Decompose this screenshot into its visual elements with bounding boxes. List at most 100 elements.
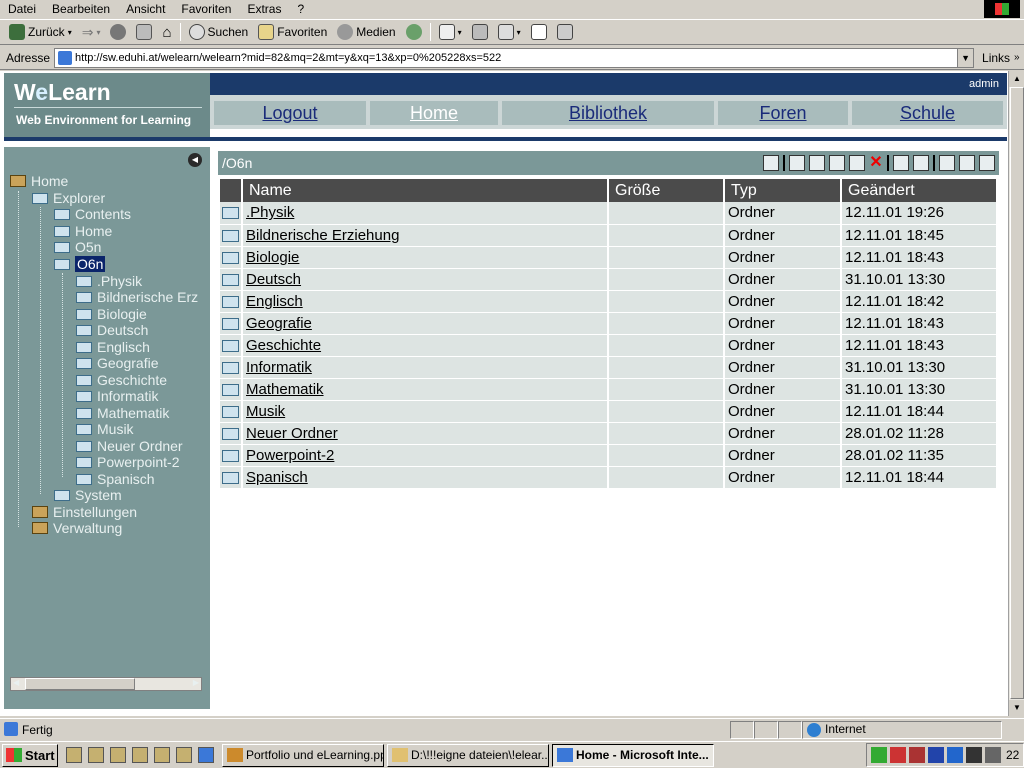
mail-button[interactable]: ▾ <box>434 21 467 43</box>
scroll-thumb[interactable] <box>1010 87 1024 699</box>
messenger-button[interactable] <box>552 21 578 43</box>
address-input[interactable]: http://sw.eduhi.at/welearn/welearn?mid=8… <box>54 47 975 68</box>
table-row[interactable]: Englisch Ordner 12.11.01 18:42 <box>220 290 998 313</box>
tree-node-child[interactable]: Geschichte <box>76 372 167 388</box>
tree-node-child[interactable]: Powerpoint-2 <box>76 454 180 470</box>
delete-icon[interactable]: ✕ <box>869 155 883 171</box>
tree-node-child[interactable]: Spanisch <box>76 471 155 487</box>
task-powerpoint[interactable]: Portfolio und eLearning.ppt <box>222 743 384 767</box>
nav-foren[interactable]: Foren <box>718 101 848 125</box>
quicklaunch-icon[interactable] <box>132 747 148 763</box>
menu-bearbeiten[interactable]: Bearbeiten <box>44 2 118 16</box>
folder-link[interactable]: Englisch <box>246 293 303 310</box>
tree-node-settings[interactable]: Einstellungen <box>32 504 137 520</box>
quicklaunch-icon[interactable] <box>66 747 82 763</box>
scroll-left-icon[interactable]: ◀ <box>13 678 19 687</box>
folder-link[interactable]: Deutsch <box>246 271 301 288</box>
tray-icon[interactable] <box>985 747 1001 763</box>
table-row[interactable]: Bildnerische Erziehung Ordner 12.11.01 18:… <box>220 224 998 247</box>
table-row[interactable]: Mathematik Ordner 31.10.01 13:30 <box>220 378 998 401</box>
table-row[interactable]: Neuer Ordner Ordner 28.01.02 11:28 <box>220 422 998 445</box>
new-folder-icon[interactable] <box>893 155 909 171</box>
tray-icon[interactable] <box>871 747 887 763</box>
copy-icon[interactable] <box>809 155 825 171</box>
table-row[interactable]: Deutsch Ordner 31.10.01 13:30 <box>220 268 998 291</box>
column-header-modified[interactable]: Geändert <box>841 179 998 202</box>
folder-link[interactable]: Bildnerische Erziehung <box>246 227 399 244</box>
media-button[interactable]: Medien <box>332 21 400 43</box>
tree-node-child[interactable]: Deutsch <box>76 322 148 338</box>
forward-button[interactable]: ⇒ ▾ <box>77 21 106 43</box>
tree-node-child[interactable]: Neuer Ordner <box>76 438 183 454</box>
menu-help[interactable]: ? <box>289 2 312 16</box>
column-header-name[interactable]: Name <box>242 179 609 202</box>
tray-icon[interactable] <box>947 747 963 763</box>
cut-icon[interactable] <box>789 155 805 171</box>
table-row[interactable]: Powerpoint-2 Ordner 28.01.02 11:35 <box>220 444 998 467</box>
tree-node-o6n[interactable]: O6n <box>54 256 106 272</box>
address-dropdown-icon[interactable]: ▼ <box>957 48 974 67</box>
home-button[interactable]: ⌂ <box>157 21 176 43</box>
upload-icon[interactable] <box>913 155 929 171</box>
task-ie[interactable]: Home - Microsoft Inte... <box>552 743 714 767</box>
page-vertical-scrollbar[interactable]: ▲ ▼ <box>1008 71 1024 716</box>
nav-home[interactable]: Home <box>370 101 498 125</box>
scroll-right-icon[interactable]: ▶ <box>193 678 199 687</box>
tree-node-child[interactable]: Englisch <box>76 339 150 355</box>
tree-node-contents[interactable]: Contents <box>54 206 131 222</box>
links-chevron-icon[interactable]: » <box>1010 52 1020 63</box>
tree-node-home-folder[interactable]: Home <box>54 223 112 239</box>
edit-button[interactable]: ▾ <box>493 21 526 43</box>
table-row[interactable]: .Physik Ordner 12.11.01 19:26 <box>220 202 998 225</box>
tree-node-o5n[interactable]: O5n <box>54 239 101 255</box>
tree-node-child[interactable]: Biologie <box>76 306 147 322</box>
quicklaunch-icon[interactable] <box>154 747 170 763</box>
tree-node-child[interactable]: Musik <box>76 421 134 437</box>
rename-icon[interactable] <box>849 155 865 171</box>
folder-link[interactable]: Mathematik <box>246 381 324 398</box>
folder-link[interactable]: Powerpoint-2 <box>246 447 334 464</box>
quicklaunch-icon[interactable] <box>88 747 104 763</box>
tree-node-admin[interactable]: Verwaltung <box>32 520 122 536</box>
tree-node-explorer[interactable]: Explorer <box>32 190 105 206</box>
ie-icon[interactable] <box>198 747 214 763</box>
back-button[interactable]: Zurück ▾ <box>4 21 77 43</box>
search-button[interactable]: Suchen <box>184 21 254 43</box>
scroll-down-icon[interactable]: ▼ <box>1009 700 1024 716</box>
quicklaunch-icon[interactable] <box>110 747 126 763</box>
discuss-button[interactable] <box>526 21 552 43</box>
table-row[interactable]: Geografie Ordner 12.11.01 18:43 <box>220 312 998 335</box>
tray-icon[interactable] <box>909 747 925 763</box>
tree-node-child[interactable]: Informatik <box>76 388 158 404</box>
history-button[interactable] <box>401 21 427 43</box>
folder-link[interactable]: Geografie <box>246 315 312 332</box>
folder-link[interactable]: Geschichte <box>246 337 321 354</box>
nav-bibliothek[interactable]: Bibliothek <box>502 101 714 125</box>
scroll-up-icon[interactable]: ▲ <box>1009 71 1024 87</box>
table-row[interactable]: Spanisch Ordner 12.11.01 18:44 <box>220 466 998 489</box>
nav-logout[interactable]: Logout <box>214 101 366 125</box>
folder-link[interactable]: Neuer Ordner <box>246 425 338 442</box>
tree-node-home[interactable]: Home <box>10 173 68 189</box>
tree-node-child[interactable]: .Physik <box>76 273 142 289</box>
column-header-type[interactable]: Typ <box>724 179 842 202</box>
start-button[interactable]: Start <box>2 743 58 767</box>
menu-favoriten[interactable]: Favoriten <box>173 2 239 16</box>
tree-node-child[interactable]: Mathematik <box>76 405 169 421</box>
language-icon[interactable] <box>928 747 944 763</box>
search-folder-icon[interactable] <box>959 155 975 171</box>
table-row[interactable]: Biologie Ordner 12.11.01 18:43 <box>220 246 998 269</box>
folder-link[interactable]: Informatik <box>246 359 312 376</box>
collapse-sidebar-icon[interactable]: ◀ <box>188 153 202 167</box>
favorites-button[interactable]: Favoriten <box>253 21 332 43</box>
table-row[interactable]: Musik Ordner 12.11.01 18:44 <box>220 400 998 423</box>
tree-node-child[interactable]: Geografie <box>76 355 158 371</box>
folder-link[interactable]: Biologie <box>246 249 299 266</box>
share-icon[interactable] <box>979 155 995 171</box>
tree-node-child[interactable]: Bildnerische Erz <box>76 289 198 305</box>
quicklaunch-icon[interactable] <box>176 747 192 763</box>
properties-icon[interactable] <box>939 155 955 171</box>
menu-datei[interactable]: Datei <box>0 2 44 16</box>
tree-node-system[interactable]: System <box>54 487 122 503</box>
table-row[interactable]: Geschichte Ordner 12.11.01 18:43 <box>220 334 998 357</box>
